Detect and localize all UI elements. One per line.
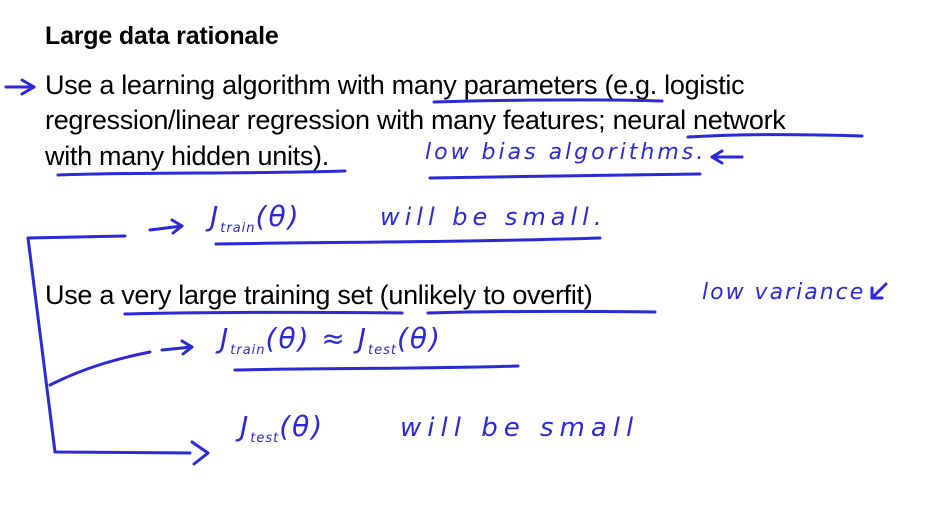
underline-neural-network bbox=[686, 133, 864, 139]
lecture-slide: Large data rationale Use a learning algo… bbox=[0, 0, 948, 515]
train-eq-arrow-icon bbox=[148, 218, 184, 235]
bullet-arrow-icon bbox=[4, 78, 36, 96]
bracket-branch bbox=[48, 350, 152, 387]
left-bracket bbox=[26, 234, 192, 455]
ink-annotations bbox=[4, 78, 888, 466]
underline-overfit bbox=[426, 309, 657, 315]
underline-train-small bbox=[214, 236, 602, 246]
approx-eq-arrow-icon bbox=[160, 339, 194, 356]
underline-training-set bbox=[123, 310, 404, 316]
low-variance-arrow-icon bbox=[870, 282, 888, 300]
underline-approx bbox=[233, 364, 520, 372]
underline-many-parameters bbox=[432, 98, 664, 104]
underline-low-bias bbox=[428, 172, 702, 180]
test-eq-arrow-icon bbox=[190, 440, 210, 466]
underline-hidden-units bbox=[56, 169, 347, 177]
low-bias-arrow-icon bbox=[710, 149, 744, 165]
